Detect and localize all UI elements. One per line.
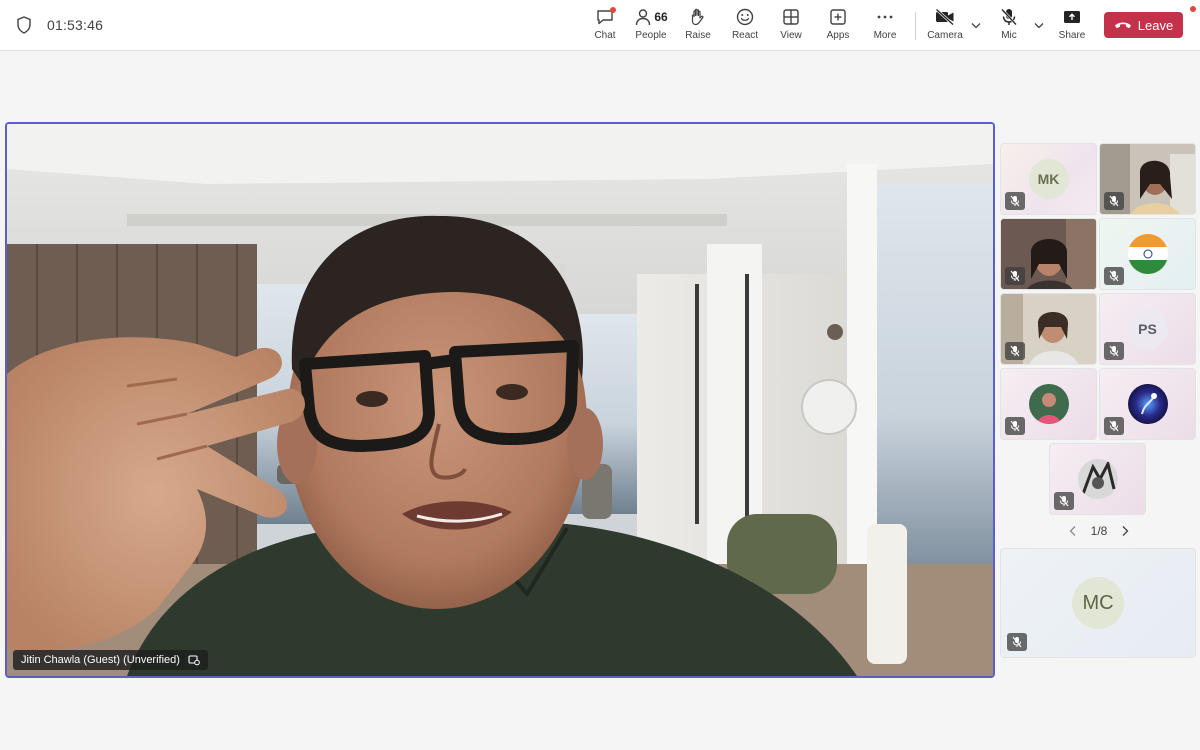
- main-speaker-video[interactable]: Jitin Chawla (Guest) (Unverified): [5, 122, 995, 678]
- guest-icon: [188, 655, 200, 666]
- people-icon: [636, 9, 651, 26]
- apps-label: Apps: [826, 30, 850, 41]
- avatar: MC: [1072, 577, 1124, 629]
- muted-mic-icon: [1054, 492, 1074, 510]
- mic-options-chevron-icon[interactable]: [1032, 18, 1046, 32]
- notification-dot: [1190, 6, 1196, 12]
- speaker-name: Jitin Chawla (Guest) (Unverified): [21, 654, 180, 666]
- participant-tile[interactable]: [1049, 443, 1146, 515]
- smiley-icon: [734, 6, 756, 28]
- speaker-name-tag: Jitin Chawla (Guest) (Unverified): [13, 650, 208, 670]
- muted-mic-icon: [1005, 267, 1025, 285]
- participant-tile[interactable]: [1000, 293, 1097, 365]
- participant-tile[interactable]: [1099, 368, 1196, 440]
- add-apps-icon: [827, 6, 849, 28]
- leave-button[interactable]: Leave: [1104, 12, 1183, 38]
- mic-off-icon: [998, 6, 1020, 28]
- avatar: PS: [1127, 309, 1168, 349]
- leave-label: Leave: [1137, 17, 1174, 33]
- avatar: [1028, 384, 1069, 424]
- chat-label: Chat: [594, 30, 616, 41]
- participant-tile[interactable]: [1099, 143, 1196, 215]
- meeting-timer: 01:53:46: [47, 17, 104, 33]
- raise-hand-icon: [687, 6, 709, 28]
- more-label: More: [873, 30, 897, 41]
- muted-mic-icon: [1007, 633, 1027, 651]
- muted-mic-icon: [1005, 192, 1025, 210]
- react-button[interactable]: React: [720, 6, 770, 46]
- speaker-video-frame: [7, 124, 993, 676]
- next-page-chevron-icon[interactable]: [1118, 524, 1132, 538]
- raise-hand-button[interactable]: Raise: [673, 6, 723, 46]
- mic-button[interactable]: Mic: [984, 6, 1034, 46]
- muted-mic-icon: [1005, 342, 1025, 360]
- participant-tile[interactable]: [1000, 218, 1097, 290]
- previous-page-chevron-icon[interactable]: [1066, 524, 1080, 538]
- people-button[interactable]: 66 People: [626, 6, 676, 46]
- participant-count: 66: [654, 10, 668, 24]
- chat-icon: [594, 6, 616, 28]
- camera-label: Camera: [927, 30, 963, 41]
- toolbar-divider: [915, 12, 916, 40]
- muted-mic-icon: [1104, 192, 1124, 210]
- hang-up-icon: [1114, 22, 1131, 29]
- avatar: MK: [1028, 159, 1069, 199]
- chat-button[interactable]: Chat: [580, 6, 630, 46]
- raise-label: Raise: [685, 30, 711, 41]
- muted-mic-icon: [1005, 417, 1025, 435]
- share-label: Share: [1058, 30, 1086, 41]
- shield-icon[interactable]: [16, 16, 32, 34]
- react-label: React: [731, 30, 759, 41]
- view-label: View: [780, 30, 802, 41]
- avatar: [1077, 459, 1118, 499]
- camera-options-chevron-icon[interactable]: [969, 18, 983, 32]
- more-dots-icon: [874, 6, 896, 28]
- page-indicator: 1/8: [1090, 524, 1108, 538]
- participant-tile[interactable]: [1099, 218, 1196, 290]
- participant-tile[interactable]: [1000, 368, 1097, 440]
- share-button[interactable]: Share: [1047, 6, 1097, 46]
- muted-mic-icon: [1104, 417, 1124, 435]
- meeting-toolbar: 01:53:46 Chat 66 People Raise React View…: [0, 0, 1200, 51]
- gallery-pager: 1/8: [1066, 522, 1132, 540]
- featured-participant-tile[interactable]: MC: [1000, 548, 1196, 658]
- india-flag-avatar: [1127, 234, 1168, 274]
- avatar: [1127, 384, 1168, 424]
- unread-dot: [610, 7, 616, 13]
- grid-view-icon: [780, 6, 802, 28]
- participant-tile[interactable]: PS: [1099, 293, 1196, 365]
- view-button[interactable]: View: [766, 6, 816, 46]
- participant-tile[interactable]: MK: [1000, 143, 1097, 215]
- people-label: People: [635, 30, 667, 41]
- camera-off-icon: [934, 6, 956, 28]
- apps-button[interactable]: Apps: [813, 6, 863, 46]
- share-screen-icon: [1061, 6, 1083, 28]
- more-button[interactable]: More: [860, 6, 910, 46]
- mic-label: Mic: [1001, 30, 1017, 41]
- muted-mic-icon: [1104, 267, 1124, 285]
- camera-button[interactable]: Camera: [920, 6, 970, 46]
- muted-mic-icon: [1104, 342, 1124, 360]
